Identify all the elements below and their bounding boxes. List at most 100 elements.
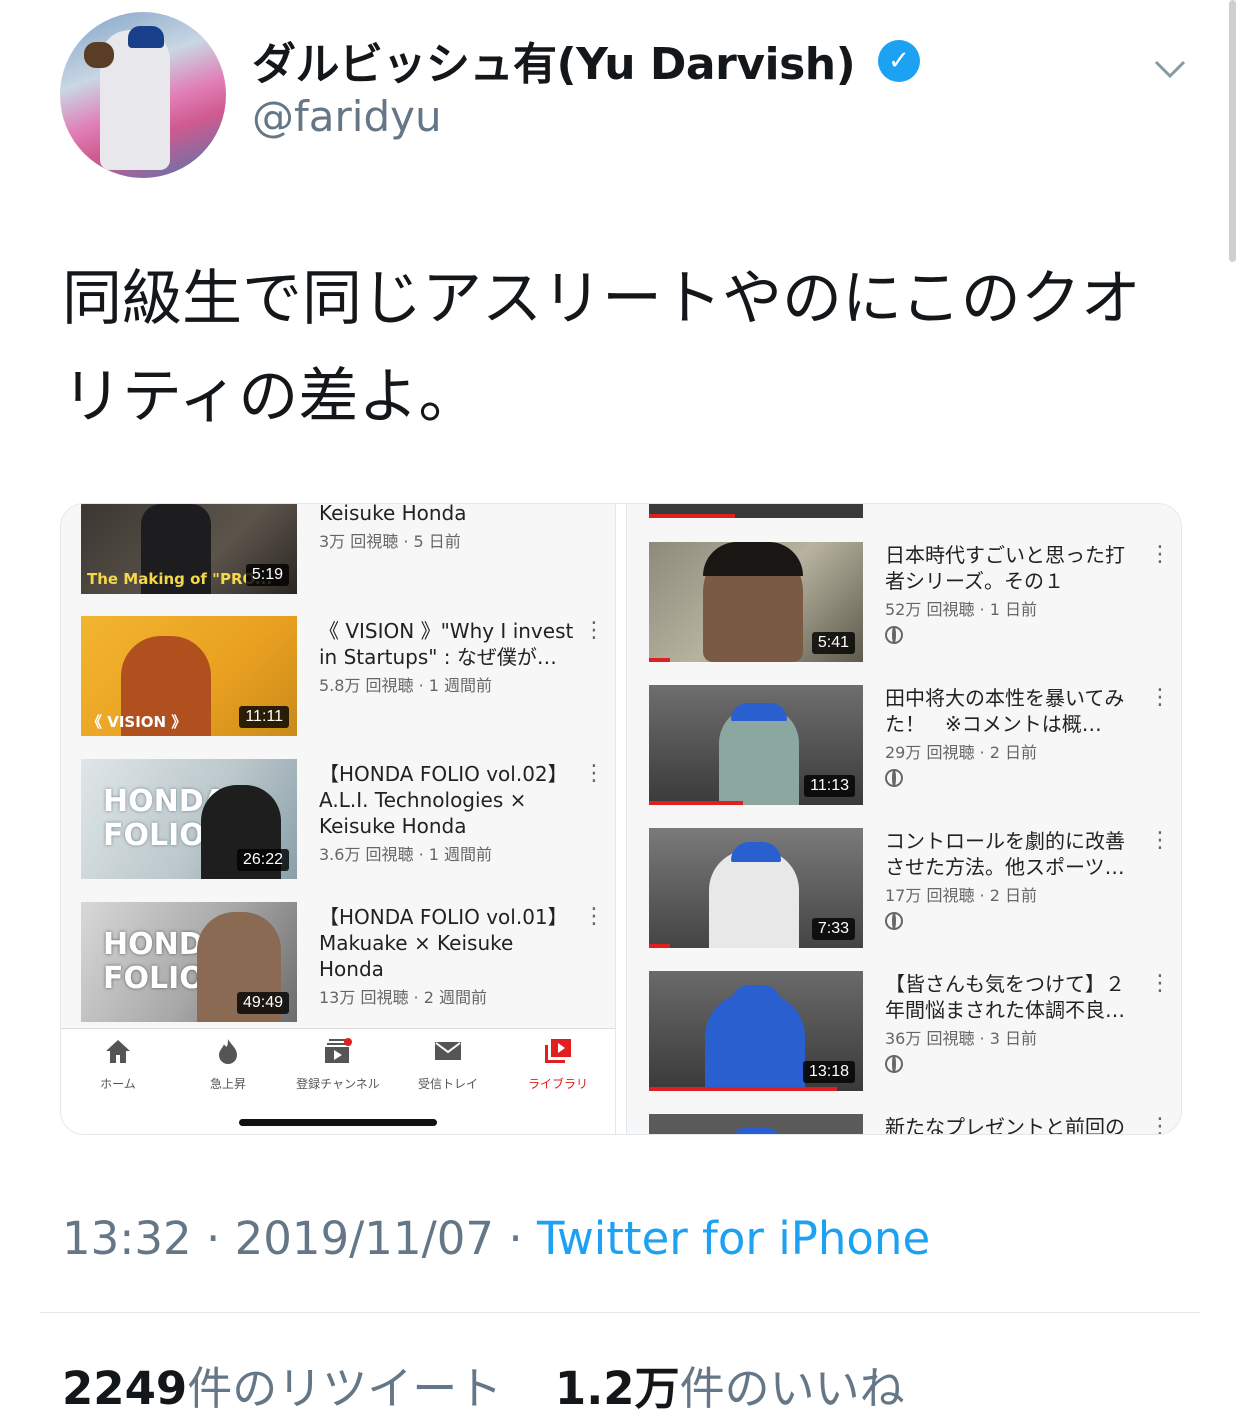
video-title[interactable]: Keisuke Honda	[319, 504, 579, 526]
video-duration: 5:41	[811, 632, 855, 654]
retweets-stat[interactable]: 2249件のリツイート	[62, 1362, 502, 1415]
home-icon	[106, 1040, 130, 1063]
list-item[interactable]: HONDA FOLIO 49:49 【HONDA FOLIO vol.01】Ma…	[61, 902, 615, 1027]
more-options-icon[interactable]: ⋮	[583, 761, 605, 787]
video-thumbnail[interactable]: 13:18	[649, 971, 863, 1091]
video-title[interactable]: 田中将大の本性を暴いてみた！ ※コメントは概…	[885, 685, 1135, 737]
globe-icon	[885, 626, 903, 644]
video-title[interactable]: 《 VISION 》"Why I invest in Startups" : な…	[319, 618, 575, 670]
more-options-icon[interactable]: ⋮	[1149, 542, 1171, 568]
scrollbar[interactable]	[1229, 0, 1236, 262]
list-item[interactable]: 5:41 日本時代すごいと思った打者シリーズ。その１ 52万 回視聴 · 1 日…	[627, 542, 1181, 667]
video-title[interactable]: コントロールを劇的に改善させた方法。他スポーツ…	[885, 828, 1135, 880]
retweet-label: 件のリツイート	[187, 1362, 503, 1415]
thumbnail-cap	[731, 985, 781, 1005]
video-thumbnail[interactable]: 5:41	[649, 542, 863, 662]
video-title[interactable]: 【HONDA FOLIO vol.02】A.L.I. Technologies …	[319, 761, 575, 839]
tab-library[interactable]: ライブラリ	[503, 1037, 613, 1092]
likes-stat[interactable]: 1.2万件のいいね	[555, 1362, 905, 1415]
tweet-timestamp: 13:32 · 2019/11/07 · Twitter for iPhone	[62, 1212, 930, 1265]
more-options-icon[interactable]: ⋮	[1149, 685, 1171, 711]
avatar-glove	[84, 42, 114, 68]
inbox-icon	[435, 1042, 461, 1060]
more-options-icon[interactable]: ⋮	[1149, 1114, 1171, 1134]
video-title[interactable]: 【HONDA FOLIO vol.01】Makuake × Keisuke Ho…	[319, 904, 575, 982]
thumbnail-cap	[731, 703, 787, 721]
tweet-stats: 2249件のリツイート 1.2万件のいいね	[62, 1352, 905, 1417]
video-duration: 11:13	[804, 775, 855, 797]
video-title[interactable]: 新たなプレゼントと前回の	[885, 1114, 1135, 1134]
tab-label: 受信トレイ	[417, 1077, 478, 1091]
separator-dot: ·	[508, 1212, 523, 1265]
video-thumbnail[interactable]: HONDA FOLIO 26:22	[81, 759, 297, 879]
chevron-down-icon[interactable]	[1150, 50, 1190, 86]
tweet-date[interactable]: 2019/11/07	[235, 1212, 494, 1265]
tab-inbox[interactable]: 受信トレイ	[393, 1037, 503, 1092]
globe-icon	[885, 1055, 903, 1073]
video-duration: 49:49	[236, 992, 289, 1014]
thumbnail-overlay-text: 《 VISION 》	[87, 713, 187, 731]
video-thumbnail[interactable]: 11:13	[649, 685, 863, 805]
youtube-tab-bar: ホーム 急上昇 登録チャンネル 受信トレイ ライブラリ	[61, 1028, 615, 1134]
list-item[interactable]: 7:33 コントロールを劇的に改善させた方法。他スポーツ… 17万 回視聴 · …	[627, 828, 1181, 953]
list-item[interactable]: The Making of "PRO... 5:19 Keisuke Honda…	[61, 504, 615, 604]
video-meta: 17万 回視聴 · 2 日前	[885, 886, 1037, 905]
tab-label: 登録チャンネル	[296, 1077, 380, 1091]
tweet-media[interactable]: The Making of "PRO... 5:19 Keisuke Honda…	[60, 503, 1182, 1135]
more-options-icon[interactable]: ⋮	[583, 904, 605, 930]
list-item[interactable]: 新たなプレゼントと前回の ⋮	[627, 1114, 1181, 1134]
video-title[interactable]: 日本時代すごいと思った打者シリーズ。その１	[885, 542, 1135, 594]
tab-label: ホーム	[100, 1077, 136, 1091]
video-meta: 36万 回視聴 · 3 日前	[885, 1029, 1037, 1048]
thumbnail-overlay-text: The Making of "PRO...	[87, 570, 273, 588]
thumbnail-cap	[733, 1128, 779, 1134]
globe-icon	[885, 912, 903, 930]
video-duration: 7:33	[811, 918, 855, 940]
watch-progress	[649, 801, 744, 805]
flame-icon	[219, 1039, 237, 1064]
video-meta: 52万 回視聴 · 1 日前	[885, 600, 1037, 619]
subscriptions-icon	[325, 1038, 352, 1063]
video-thumbnail[interactable]	[649, 504, 863, 518]
thumbnail-cap	[731, 842, 781, 862]
retweet-count: 2249	[62, 1362, 188, 1415]
media-divider	[615, 504, 627, 1134]
library-icon	[545, 1039, 571, 1063]
tab-trending[interactable]: 急上昇	[173, 1037, 283, 1092]
more-options-icon[interactable]: ⋮	[1149, 971, 1171, 997]
list-item[interactable]: 13:18 【皆さんも気をつけて】２年間悩まされた体調不良… 36万 回視聴 ·…	[627, 971, 1181, 1096]
list-item[interactable]: 11:13 田中将大の本性を暴いてみた！ ※コメントは概… 29万 回視聴 · …	[627, 685, 1181, 810]
video-duration: 26:22	[236, 849, 289, 871]
more-options-icon[interactable]: ⋮	[1149, 828, 1171, 854]
tab-home[interactable]: ホーム	[63, 1037, 173, 1092]
media-image-left[interactable]: The Making of "PRO... 5:19 Keisuke Honda…	[61, 504, 615, 1134]
like-label: 件のいいね	[679, 1362, 905, 1415]
watch-progress	[649, 1087, 838, 1091]
author-handle[interactable]: @faridyu	[252, 92, 442, 141]
media-image-right[interactable]: 5:41 日本時代すごいと思った打者シリーズ。その１ 52万 回視聴 · 1 日…	[627, 504, 1181, 1134]
author-avatar[interactable]	[60, 12, 226, 178]
video-title[interactable]: 【皆さんも気をつけて】２年間悩まされた体調不良…	[885, 971, 1135, 1023]
author-display-name[interactable]: ダルビッシュ有(Yu Darvish)	[252, 28, 856, 92]
thumbnail-hair	[703, 542, 803, 576]
thumbnail-figure	[709, 850, 799, 948]
more-options-icon[interactable]: ⋮	[583, 618, 605, 644]
video-thumbnail[interactable]	[649, 1114, 863, 1134]
video-duration: 5:19	[245, 564, 289, 586]
video-thumbnail[interactable]: 7:33	[649, 828, 863, 948]
separator-dot: ·	[206, 1212, 221, 1265]
video-thumbnail[interactable]: 《 VISION 》 11:11	[81, 616, 297, 736]
video-thumbnail[interactable]: The Making of "PRO... 5:19	[81, 504, 297, 594]
video-duration: 11:11	[239, 706, 289, 728]
thumbnail-figure	[705, 993, 805, 1091]
video-thumbnail[interactable]: HONDA FOLIO 49:49	[81, 902, 297, 1022]
home-indicator	[239, 1119, 437, 1126]
list-item[interactable]: HONDA FOLIO 26:22 【HONDA FOLIO vol.02】A.…	[61, 759, 615, 884]
divider	[40, 1312, 1200, 1313]
tweet-time[interactable]: 13:32	[62, 1212, 192, 1265]
tab-label: 急上昇	[209, 1077, 246, 1091]
tab-subscriptions[interactable]: 登録チャンネル	[283, 1037, 393, 1092]
globe-icon	[885, 769, 903, 787]
list-item[interactable]: 《 VISION 》 11:11 《 VISION 》"Why I invest…	[61, 616, 615, 741]
tweet-source-link[interactable]: Twitter for iPhone	[537, 1212, 930, 1265]
